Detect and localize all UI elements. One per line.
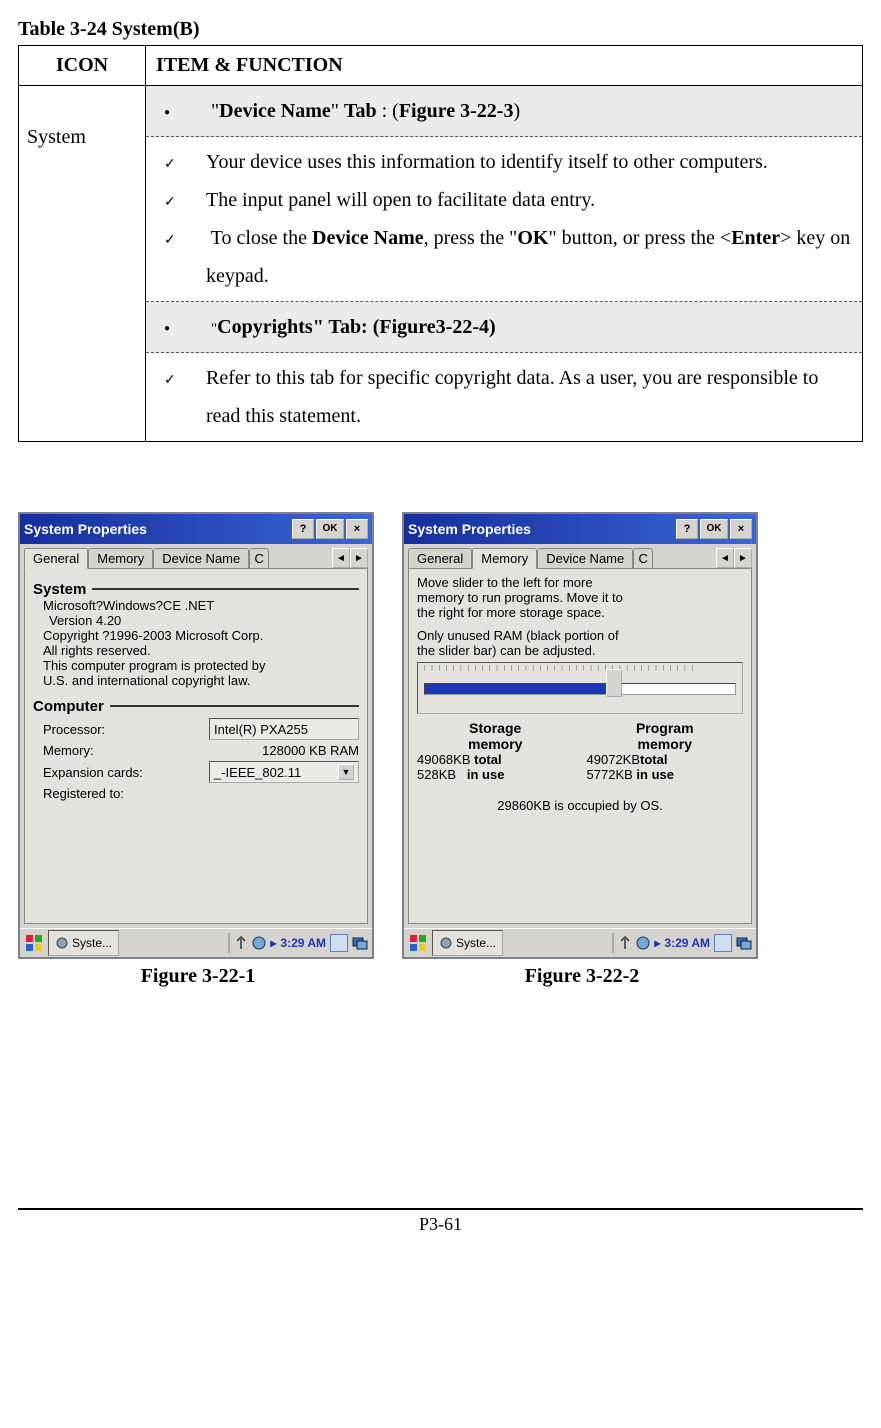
tab-overflow[interactable]: C bbox=[633, 548, 653, 568]
tab-general[interactable]: General bbox=[408, 548, 472, 568]
figure-label-1: Figure 3-22-1 bbox=[18, 965, 378, 988]
mem-text: memory to run programs. Move it to bbox=[417, 590, 743, 605]
group-system: System bbox=[33, 581, 86, 598]
panel-general: System Microsoft?Windows?CE .NET Version… bbox=[24, 568, 368, 924]
taskbar: Syste... ▸ 3:29 AM bbox=[404, 928, 756, 957]
mem-text: Only unused RAM (black portion of bbox=[417, 628, 743, 643]
close-button[interactable]: × bbox=[730, 519, 752, 539]
storage-used: 528KB in use bbox=[417, 767, 573, 782]
clock: 3:29 AM bbox=[280, 936, 326, 950]
screenshots-row: System Properties ? OK × General Memory … bbox=[18, 512, 863, 959]
mem-text: the slider bar) can be adjusted. bbox=[417, 643, 743, 658]
tab-scroll-right[interactable]: ► bbox=[350, 548, 368, 568]
start-button[interactable] bbox=[24, 933, 44, 953]
expansion-label: Expansion cards: bbox=[43, 765, 143, 780]
system-tray: ▸ 3:29 AM bbox=[612, 933, 752, 953]
sys-line: Copyright ?1996-2003 Microsoft Corp. bbox=[43, 628, 359, 643]
tab-overflow[interactable]: C bbox=[249, 548, 269, 568]
sys-line: Microsoft?Windows?CE .NET bbox=[43, 598, 359, 613]
tab-memory[interactable]: Memory bbox=[472, 548, 537, 569]
processor-value: Intel(R) PXA255 bbox=[209, 718, 359, 740]
antenna-icon bbox=[234, 936, 248, 950]
close-button[interactable]: × bbox=[346, 519, 368, 539]
sys-line: Version 4.20 bbox=[43, 613, 359, 628]
bullet-device-name: "Device Name" Tab : (Figure 3-22-3) bbox=[156, 92, 852, 130]
tab-scroll-left[interactable]: ◄ bbox=[716, 548, 734, 568]
ok-button[interactable]: OK bbox=[700, 519, 728, 539]
tab-general[interactable]: General bbox=[24, 548, 88, 569]
check-3: To close the Device Name, press the "OK"… bbox=[156, 219, 852, 295]
windows-icon bbox=[736, 935, 752, 951]
tab-scroll-right[interactable]: ► bbox=[734, 548, 752, 568]
system-table: ICON ITEM & FUNCTION System "Device Name… bbox=[18, 45, 863, 442]
program-used: 5772KB in use bbox=[587, 767, 743, 782]
tab-device-name[interactable]: Device Name bbox=[537, 548, 633, 568]
battery-icon bbox=[330, 934, 348, 952]
screenshot-general: System Properties ? OK × General Memory … bbox=[18, 512, 374, 959]
processor-label: Processor: bbox=[43, 722, 105, 737]
globe-icon bbox=[252, 936, 266, 950]
storage-head: Storagememory bbox=[417, 720, 573, 752]
program-total: 49072KBtotal bbox=[587, 752, 743, 767]
taskbar-button[interactable]: Syste... bbox=[48, 930, 119, 956]
group-computer: Computer bbox=[33, 698, 104, 715]
check-2: The input panel will open to facilitate … bbox=[156, 181, 852, 219]
device-name-tab-header: "Device Name" Tab : (Figure 3-22-3) bbox=[146, 86, 862, 137]
system-tray: ▸ 3:29 AM bbox=[228, 933, 368, 953]
memory-slider[interactable]: | | | | | | | | | | | | | | | | | | | | … bbox=[417, 662, 743, 714]
window-title: System Properties bbox=[408, 521, 531, 537]
titlebar: System Properties ? OK × bbox=[20, 514, 372, 544]
clock: 3:29 AM bbox=[664, 936, 710, 950]
globe-icon bbox=[636, 936, 650, 950]
figure-label-2: Figure 3-22-2 bbox=[402, 965, 762, 988]
mem-text: Move slider to the left for more bbox=[417, 575, 743, 590]
sys-line: U.S. and international copyright law. bbox=[43, 673, 359, 688]
window-title: System Properties bbox=[24, 521, 147, 537]
os-occupied: 29860KB is occupied by OS. bbox=[417, 798, 743, 813]
gear-icon bbox=[55, 936, 69, 950]
help-button[interactable]: ? bbox=[292, 519, 314, 539]
help-button[interactable]: ? bbox=[676, 519, 698, 539]
bullet-copyrights: "Copyrights" Tab: (Figure3-22-4) bbox=[156, 308, 852, 346]
slider-thumb[interactable] bbox=[606, 669, 622, 697]
copyrights-tab-body: Refer to this tab for specific copyright… bbox=[146, 353, 862, 441]
tab-scroll-left[interactable]: ◄ bbox=[332, 548, 350, 568]
table-caption: Table 3-24 System(B) bbox=[18, 18, 863, 41]
device-name-tab-body: Your device uses this information to ide… bbox=[146, 137, 862, 302]
content-cell: "Device Name" Tab : (Figure 3-22-3) Your… bbox=[146, 86, 863, 442]
program-head: Programmemory bbox=[587, 720, 743, 752]
start-button[interactable] bbox=[408, 933, 428, 953]
copyrights-tab-header: "Copyrights" Tab: (Figure3-22-4) bbox=[146, 302, 862, 353]
memory-value: 128000 KB RAM bbox=[262, 743, 359, 758]
taskbar-button[interactable]: Syste... bbox=[432, 930, 503, 956]
tab-memory[interactable]: Memory bbox=[88, 548, 153, 568]
sys-line: This computer program is protected by bbox=[43, 658, 359, 673]
memory-label: Memory: bbox=[43, 743, 94, 758]
col-header-icon: ICON bbox=[19, 46, 146, 86]
icon-cell: System bbox=[19, 86, 146, 442]
battery-icon bbox=[714, 934, 732, 952]
mem-text: the right for more storage space. bbox=[417, 605, 743, 620]
check-4: Refer to this tab for specific copyright… bbox=[156, 359, 852, 435]
ok-button[interactable]: OK bbox=[316, 519, 344, 539]
tab-strip: General Memory Device Name C ◄ ► bbox=[20, 544, 372, 568]
taskbar: Syste... ▸ 3:29 AM bbox=[20, 928, 372, 957]
antenna-icon bbox=[618, 936, 632, 950]
tab-strip: General Memory Device Name C ◄ ► bbox=[404, 544, 756, 568]
titlebar: System Properties ? OK × bbox=[404, 514, 756, 544]
col-header-item: ITEM & FUNCTION bbox=[146, 46, 863, 86]
chevron-down-icon: ▼ bbox=[338, 764, 354, 780]
gear-icon bbox=[439, 936, 453, 950]
page-number: P3-61 bbox=[18, 1208, 863, 1235]
windows-icon bbox=[352, 935, 368, 951]
check-1: Your device uses this information to ide… bbox=[156, 143, 852, 181]
sys-line: All rights reserved. bbox=[43, 643, 359, 658]
screenshot-memory: System Properties ? OK × General Memory … bbox=[402, 512, 758, 959]
registered-label: Registered to: bbox=[43, 786, 124, 801]
expansion-combo[interactable]: _-IEEE_802.11 ▼ bbox=[209, 761, 359, 783]
tab-device-name[interactable]: Device Name bbox=[153, 548, 249, 568]
panel-memory: Move slider to the left for more memory … bbox=[408, 568, 752, 924]
storage-total: 49068KB total bbox=[417, 752, 573, 767]
